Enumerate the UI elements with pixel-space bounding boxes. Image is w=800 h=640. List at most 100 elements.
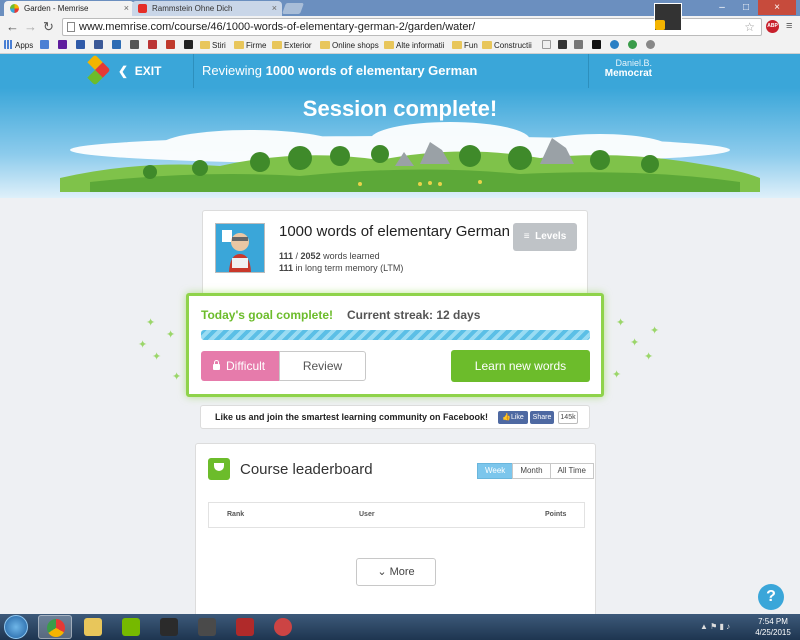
facebook-promo-bar: Like us and join the smartest learning c… bbox=[200, 405, 590, 429]
sparkle-icon: ✦ bbox=[152, 351, 162, 363]
taskbar-app[interactable] bbox=[152, 615, 186, 639]
bookmark-icon-green[interactable] bbox=[628, 38, 639, 53]
site-icon bbox=[610, 40, 619, 49]
bookmark-icon-mail[interactable] bbox=[76, 38, 87, 53]
ltm-stat: 111 in long term memory (LTM) bbox=[279, 263, 404, 273]
goal-panel: Today's goal complete! Current streak: 1… bbox=[186, 293, 604, 397]
tab-week[interactable]: Week bbox=[477, 463, 514, 479]
bookmark-folder-fun[interactable]: Fun bbox=[452, 38, 478, 53]
sparkle-icon: ✦ bbox=[612, 369, 622, 381]
close-window-icon[interactable]: × bbox=[758, 0, 796, 15]
exit-button[interactable]: ❮ EXIT bbox=[118, 64, 161, 78]
bookmark-folder-firme[interactable]: Firme bbox=[234, 38, 266, 53]
start-button[interactable] bbox=[4, 615, 28, 639]
tv-icon bbox=[130, 40, 139, 49]
learn-new-words-button[interactable]: Learn new words bbox=[451, 350, 590, 382]
help-button[interactable]: ? bbox=[758, 584, 784, 610]
maximize-icon[interactable]: □ bbox=[734, 0, 758, 15]
bookmark-folder-stiri[interactable]: Stiri bbox=[200, 38, 226, 53]
bookmark-icon-b[interactable] bbox=[558, 38, 569, 53]
taskbar-explorer[interactable] bbox=[76, 615, 110, 639]
facebook-share-button[interactable]: Share bbox=[530, 411, 554, 424]
bookmark-icon-red[interactable] bbox=[166, 38, 177, 53]
clock[interactable]: 7:54 PM 4/25/2015 bbox=[750, 616, 796, 638]
facebook-like-button[interactable]: 👍Like bbox=[498, 411, 528, 424]
course-thumbnail[interactable] bbox=[215, 223, 265, 273]
trophy-icon bbox=[208, 458, 230, 480]
tab-garden-memrise[interactable]: Garden - Memrise × bbox=[4, 1, 134, 16]
bookmark-icon-google[interactable] bbox=[40, 38, 51, 53]
course-title[interactable]: 1000 words of elementary German bbox=[279, 223, 510, 240]
youtube-favicon-icon bbox=[138, 4, 147, 13]
taskbar-m-app[interactable] bbox=[190, 615, 224, 639]
bookmark-icon-dark[interactable] bbox=[184, 38, 195, 53]
rank-badge-icon bbox=[655, 20, 665, 30]
bookmark-icon-grey[interactable] bbox=[646, 38, 657, 53]
bookmark-folder-exterior[interactable]: Exterior bbox=[272, 38, 312, 53]
site-icon bbox=[574, 40, 583, 49]
taskbar-ball-app[interactable] bbox=[266, 615, 300, 639]
taskbar-red-app[interactable] bbox=[228, 615, 262, 639]
memrise-logo-icon[interactable] bbox=[79, 54, 111, 86]
bookmark-icon-circle[interactable] bbox=[610, 38, 621, 53]
levels-button[interactable]: ≡ Levels bbox=[513, 223, 577, 251]
user-rank: Memocrat bbox=[604, 68, 652, 79]
tab-title: Rammstein Ohne Dich bbox=[152, 4, 233, 13]
memrise-favicon-icon bbox=[10, 4, 19, 13]
bookmark-icon-doc[interactable] bbox=[542, 38, 553, 53]
bookmark-icon-yahoo[interactable] bbox=[58, 38, 69, 53]
memrise-header: ❮ EXIT Reviewing 1000 words of elementar… bbox=[0, 54, 800, 88]
app-icon bbox=[236, 618, 254, 636]
user-name[interactable]: Daniel.B. bbox=[604, 58, 652, 68]
bookmark-apps[interactable]: Apps bbox=[4, 38, 33, 53]
site-icon bbox=[112, 40, 121, 49]
bookmark-icon-facebook[interactable] bbox=[94, 38, 105, 53]
bookmark-star-icon[interactable]: ☆ bbox=[744, 19, 755, 35]
sparkle-icon: ✦ bbox=[644, 351, 654, 363]
bookmark-folder-alte-informatii[interactable]: Alte informatii bbox=[384, 38, 444, 53]
bookmark-icon-ri[interactable] bbox=[592, 38, 603, 53]
reload-icon[interactable]: ↻ bbox=[43, 19, 54, 35]
review-button[interactable]: Review bbox=[279, 351, 366, 381]
bookmark-icon-tv[interactable] bbox=[130, 38, 141, 53]
taskbar-chrome[interactable] bbox=[38, 615, 72, 639]
course-thumbnail-image bbox=[216, 224, 264, 272]
back-arrow-icon[interactable]: ← bbox=[6, 19, 19, 35]
garden-illustration bbox=[60, 122, 760, 192]
site-icon bbox=[184, 40, 193, 49]
course-leaderboard: Course leaderboard Week Month All Time R… bbox=[195, 443, 596, 615]
sparkle-icon: ✦ bbox=[172, 371, 182, 383]
system-tray-icons[interactable]: ▲ ⚑ ▮ ♪ bbox=[700, 622, 730, 631]
folder-icon bbox=[384, 41, 394, 49]
thumbs-up-icon: 👍 bbox=[502, 414, 511, 421]
document-icon bbox=[542, 40, 551, 49]
more-button[interactable]: ⌄ More bbox=[356, 558, 436, 586]
bookmark-icon-rl[interactable] bbox=[148, 38, 159, 53]
header-divider bbox=[193, 54, 194, 88]
forward-arrow-icon[interactable]: → bbox=[24, 19, 37, 35]
bookmark-icon-t[interactable] bbox=[112, 38, 123, 53]
chrome-menu-icon[interactable]: ≡ bbox=[786, 20, 792, 33]
tab-close-icon[interactable]: × bbox=[272, 1, 277, 16]
bookmarks-bar: Apps Stiri Firme Exterior Online shops A… bbox=[0, 38, 800, 54]
leaderboard-period-tabs: Week Month All Time bbox=[477, 463, 594, 479]
difficult-words-button[interactable]: Difficult bbox=[201, 351, 279, 381]
folder-icon bbox=[482, 41, 492, 49]
tab-close-icon[interactable]: × bbox=[124, 1, 129, 16]
new-tab-button[interactable] bbox=[281, 3, 305, 14]
bookmark-folder-constructii[interactable]: Constructii bbox=[482, 38, 532, 53]
tab-month[interactable]: Month bbox=[512, 463, 551, 479]
tab-all-time[interactable]: All Time bbox=[549, 463, 594, 479]
column-header-user: User bbox=[359, 511, 375, 518]
facebook-like-count: 145k bbox=[558, 411, 578, 424]
folder-icon bbox=[452, 41, 462, 49]
adblock-plus-icon[interactable]: ABP bbox=[766, 20, 779, 33]
bookmark-icon-dea[interactable] bbox=[574, 38, 585, 53]
minimize-icon[interactable]: – bbox=[710, 0, 734, 15]
tab-title: Garden - Memrise bbox=[24, 4, 89, 13]
site-icon bbox=[148, 40, 157, 49]
facebook-promo-text: Like us and join the smartest learning c… bbox=[215, 412, 489, 422]
tab-rammstein[interactable]: Rammstein Ohne Dich × bbox=[132, 1, 282, 16]
taskbar-nvidia[interactable] bbox=[114, 615, 148, 639]
bookmark-folder-online-shops[interactable]: Online shops bbox=[320, 38, 379, 53]
